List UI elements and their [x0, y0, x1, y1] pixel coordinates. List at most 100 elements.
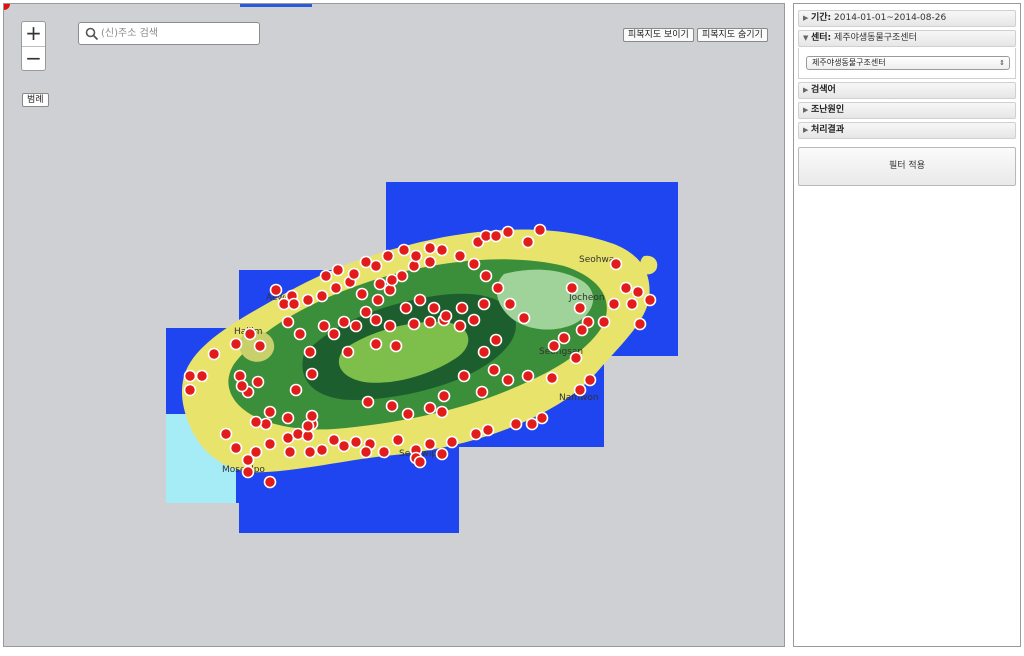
show-overlay-button[interactable]: 피복지도 보이기: [623, 28, 694, 42]
incident-marker[interactable]: [619, 281, 633, 295]
incident-marker[interactable]: [409, 249, 423, 263]
legend-button[interactable]: 범례: [22, 93, 49, 107]
incident-marker[interactable]: [289, 383, 303, 397]
incident-marker[interactable]: [475, 385, 489, 399]
incident-marker[interactable]: [521, 235, 535, 249]
incident-marker[interactable]: [583, 373, 597, 387]
incident-marker[interactable]: [521, 369, 535, 383]
incident-marker[interactable]: [501, 373, 515, 387]
incident-marker[interactable]: [183, 383, 197, 397]
incident-marker[interactable]: [491, 281, 505, 295]
incident-marker[interactable]: [423, 437, 437, 451]
incident-marker[interactable]: [437, 389, 451, 403]
incident-marker[interactable]: [407, 259, 421, 273]
incident-marker[interactable]: [369, 337, 383, 351]
incident-marker[interactable]: [557, 331, 571, 345]
incident-marker[interactable]: [263, 437, 277, 451]
incident-marker[interactable]: [195, 369, 209, 383]
incident-marker[interactable]: [361, 395, 375, 409]
incident-marker[interactable]: [369, 259, 383, 273]
incident-marker[interactable]: [383, 283, 397, 297]
incident-marker[interactable]: [427, 301, 441, 315]
incident-marker[interactable]: [317, 319, 331, 333]
incident-marker[interactable]: [281, 411, 295, 425]
incident-marker[interactable]: [249, 445, 263, 459]
incident-marker[interactable]: [565, 281, 579, 295]
incident-marker[interactable]: [235, 379, 249, 393]
incident-marker[interactable]: [383, 319, 397, 333]
incident-marker[interactable]: [439, 309, 453, 323]
apply-filter-button[interactable]: 필터 적용: [798, 147, 1016, 186]
incident-marker[interactable]: [207, 347, 221, 361]
incident-marker[interactable]: [413, 293, 427, 307]
map-view[interactable]: Aewol Hallim Moseulpo Seogwipo Namwon Se…: [3, 3, 785, 647]
incident-marker[interactable]: [249, 415, 263, 429]
incident-marker[interactable]: [435, 243, 449, 257]
incident-marker[interactable]: [407, 317, 421, 331]
incident-marker[interactable]: [633, 317, 647, 331]
incident-marker[interactable]: [373, 277, 387, 291]
incident-marker[interactable]: [303, 345, 317, 359]
center-section-header[interactable]: ▼ 센터: 제주야생동물구조센터: [798, 30, 1016, 47]
incident-marker[interactable]: [525, 417, 539, 431]
incident-marker[interactable]: [371, 293, 385, 307]
incident-marker[interactable]: [467, 257, 481, 271]
hide-overlay-button[interactable]: 피복지도 숨기기: [697, 28, 768, 42]
search-term-section-header[interactable]: ▶ 검색어: [798, 82, 1016, 99]
center-select[interactable]: 제주야생동물구조센터 ⇕: [806, 56, 1010, 70]
incident-marker[interactable]: [573, 301, 587, 315]
incident-marker[interactable]: [457, 369, 471, 383]
incident-marker[interactable]: [305, 367, 319, 381]
incident-marker[interactable]: [329, 281, 343, 295]
incident-marker[interactable]: [291, 427, 305, 441]
incident-marker[interactable]: [283, 445, 297, 459]
incident-marker[interactable]: [381, 249, 395, 263]
incident-marker[interactable]: [445, 435, 459, 449]
incident-marker[interactable]: [263, 475, 277, 489]
zoom-in-button[interactable]: +: [22, 22, 45, 46]
incident-marker[interactable]: [631, 285, 645, 299]
incident-marker[interactable]: [643, 293, 657, 307]
incident-marker[interactable]: [385, 399, 399, 413]
incident-marker[interactable]: [347, 267, 361, 281]
incident-marker[interactable]: [337, 315, 351, 329]
incident-marker[interactable]: [435, 447, 449, 461]
incident-marker[interactable]: [337, 439, 351, 453]
incident-marker[interactable]: [349, 435, 363, 449]
incident-marker[interactable]: [319, 269, 333, 283]
incident-marker[interactable]: [573, 383, 587, 397]
incident-marker[interactable]: [315, 289, 329, 303]
incident-marker[interactable]: [369, 313, 383, 327]
incident-marker[interactable]: [359, 445, 373, 459]
incident-marker[interactable]: [479, 269, 493, 283]
incident-marker[interactable]: [481, 423, 495, 437]
search-input[interactable]: [101, 25, 251, 42]
incident-marker[interactable]: [489, 229, 503, 243]
incident-marker[interactable]: [293, 327, 307, 341]
incident-marker[interactable]: [397, 243, 411, 257]
incident-marker[interactable]: [401, 407, 415, 421]
incident-marker[interactable]: [423, 241, 437, 255]
incident-marker[interactable]: [399, 301, 413, 315]
incident-marker[interactable]: [625, 297, 639, 311]
incident-marker[interactable]: [327, 433, 341, 447]
incident-marker[interactable]: [253, 339, 267, 353]
incident-marker[interactable]: [489, 333, 503, 347]
incident-marker[interactable]: [359, 305, 373, 319]
incident-marker[interactable]: [327, 327, 341, 341]
incident-marker[interactable]: [509, 417, 523, 431]
incident-marker[interactable]: [287, 297, 301, 311]
incident-marker[interactable]: [455, 301, 469, 315]
incident-marker[interactable]: [477, 345, 491, 359]
incident-marker[interactable]: [607, 297, 621, 311]
period-section-header[interactable]: ▶ 기간: 2014-01-01~2014-08-26: [798, 10, 1016, 27]
incident-marker[interactable]: [413, 455, 427, 469]
incident-marker[interactable]: [385, 273, 399, 287]
incident-marker[interactable]: [341, 345, 355, 359]
incident-marker[interactable]: [281, 315, 295, 329]
incident-marker[interactable]: [315, 443, 329, 457]
incident-marker[interactable]: [349, 319, 363, 333]
incident-marker[interactable]: [423, 315, 437, 329]
incident-marker[interactable]: [453, 249, 467, 263]
incident-marker[interactable]: [423, 401, 437, 415]
